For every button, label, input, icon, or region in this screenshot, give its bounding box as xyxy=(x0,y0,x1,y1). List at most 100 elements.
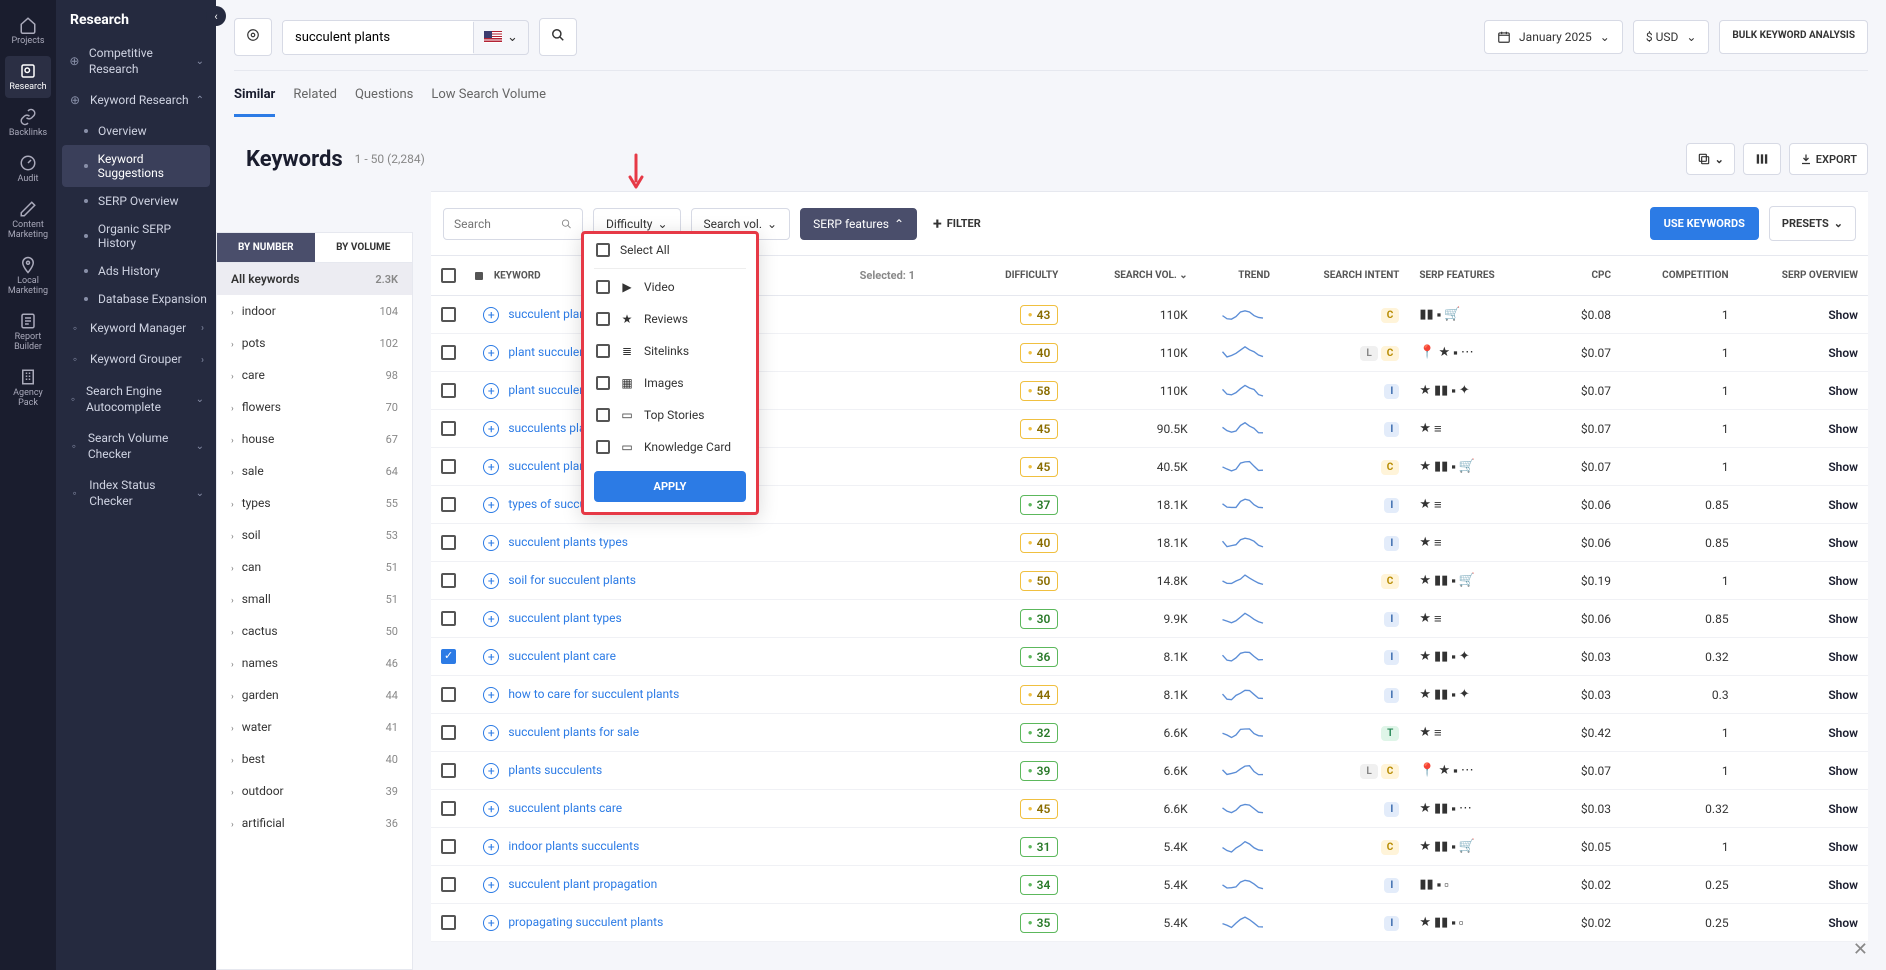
search-button[interactable] xyxy=(539,18,577,56)
cat-artificial[interactable]: ›artificial 36 xyxy=(217,807,412,839)
cat-outdoor[interactable]: ›outdoor 39 xyxy=(217,775,412,807)
rail-audit[interactable]: Audit xyxy=(5,148,51,190)
nav-keyword-research[interactable]: ⊕Keyword Research ⌃ xyxy=(56,85,216,117)
expand-icon[interactable]: + xyxy=(483,763,499,779)
keyword-link[interactable]: succulent plants types xyxy=(508,535,628,549)
cat-care[interactable]: ›care 98 xyxy=(217,359,412,391)
serp-features-filter[interactable]: SERP features ⌃ xyxy=(800,208,917,240)
col-intent[interactable]: SEARCH INTENT xyxy=(1280,256,1409,296)
rail-agency-pack[interactable]: Agency Pack xyxy=(5,362,51,414)
sidebar-collapse[interactable]: ‹ xyxy=(206,6,226,26)
cat-tab-by-volume[interactable]: BY VOLUME xyxy=(315,233,413,262)
rail-report-builder[interactable]: Report Builder xyxy=(5,306,51,358)
show-serp-link[interactable]: Show xyxy=(1828,460,1858,474)
cat-small[interactable]: ›small 51 xyxy=(217,583,412,615)
copy-button[interactable]: ⌄ xyxy=(1686,143,1735,175)
nav-sub-keyword-suggestions[interactable]: Keyword Suggestions xyxy=(62,145,210,187)
col-cpc[interactable]: CPC xyxy=(1539,256,1621,296)
row-checkbox[interactable] xyxy=(441,611,456,626)
currency-select[interactable]: $ USD⌄ xyxy=(1633,20,1710,54)
show-serp-link[interactable]: Show xyxy=(1828,840,1858,854)
expand-icon[interactable]: + xyxy=(483,687,499,703)
keyword-input[interactable] xyxy=(283,21,473,54)
row-checkbox[interactable] xyxy=(441,383,456,398)
tab-related[interactable]: Related xyxy=(293,83,337,117)
serp-opt-knowledge-card[interactable]: ▭ Knowledge Card xyxy=(584,431,756,463)
row-checkbox[interactable] xyxy=(441,497,456,512)
keyword-link[interactable]: indoor plants succulents xyxy=(508,839,639,853)
keyword-link[interactable]: soil for succulent plants xyxy=(508,573,636,587)
row-checkbox[interactable] xyxy=(441,687,456,702)
filter-search[interactable] xyxy=(443,208,583,240)
target-icon[interactable] xyxy=(234,18,272,56)
cat-house[interactable]: ›house 67 xyxy=(217,423,412,455)
rail-projects[interactable]: Projects xyxy=(5,10,51,52)
nav-keyword-manager[interactable]: ◦Keyword Manager › xyxy=(56,313,216,345)
use-keywords-button[interactable]: USE KEYWORDS xyxy=(1650,207,1759,240)
show-serp-link[interactable]: Show xyxy=(1828,764,1858,778)
row-checkbox[interactable] xyxy=(441,307,456,322)
nav-sub-organic-serp-history[interactable]: Organic SERP History xyxy=(56,215,216,257)
filter-search-input[interactable] xyxy=(454,217,561,231)
expand-icon[interactable]: + xyxy=(483,801,499,817)
serp-opt-select-all[interactable]: Select All xyxy=(584,234,756,266)
row-checkbox[interactable] xyxy=(441,725,456,740)
nav-index-status-checker[interactable]: ◦Index Status Checker ⌄ xyxy=(56,470,216,517)
show-serp-link[interactable]: Show xyxy=(1828,536,1858,550)
nav-keyword-grouper[interactable]: ◦Keyword Grouper › xyxy=(56,344,216,376)
row-checkbox[interactable] xyxy=(441,801,456,816)
show-serp-link[interactable]: Show xyxy=(1828,574,1858,588)
cat-flowers[interactable]: ›flowers 70 xyxy=(217,391,412,423)
col-serp[interactable]: SERP FEATURES xyxy=(1409,256,1538,296)
close-icon[interactable]: ✕ xyxy=(1853,939,1868,960)
cat-tab-by-number[interactable]: BY NUMBER xyxy=(217,233,315,262)
rail-research[interactable]: Research xyxy=(5,56,51,98)
expand-icon[interactable]: + xyxy=(483,421,499,437)
presets-button[interactable]: PRESETS ⌄ xyxy=(1769,206,1856,241)
add-filter[interactable]: + FILTER xyxy=(927,206,987,241)
nav-sub-database-expansion[interactable]: Database Expansion xyxy=(56,285,216,313)
expand-icon[interactable]: + xyxy=(483,915,499,931)
keyword-link[interactable]: succulent plant care xyxy=(508,649,616,663)
expand-icon[interactable]: + xyxy=(483,307,499,323)
show-serp-link[interactable]: Show xyxy=(1828,726,1858,740)
show-serp-link[interactable]: Show xyxy=(1828,650,1858,664)
expand-icon[interactable]: + xyxy=(483,345,499,361)
expand-icon[interactable]: + xyxy=(483,725,499,741)
keyword-link[interactable]: succulent plant xyxy=(508,459,590,473)
serp-opt-sitelinks[interactable]: ≣ Sitelinks xyxy=(584,335,756,367)
date-select[interactable]: January 2025⌄ xyxy=(1484,20,1623,54)
expand-icon[interactable]: + xyxy=(483,611,499,627)
expand-icon[interactable]: + xyxy=(483,459,499,475)
keyword-link[interactable]: plant succulent xyxy=(508,345,590,359)
serp-opt-video[interactable]: ▶ Video xyxy=(584,271,756,303)
tab-similar[interactable]: Similar xyxy=(234,83,275,117)
row-checkbox[interactable] xyxy=(441,763,456,778)
col-comp[interactable]: COMPETITION xyxy=(1621,256,1739,296)
cat-water[interactable]: ›water 41 xyxy=(217,711,412,743)
show-serp-link[interactable]: Show xyxy=(1828,498,1858,512)
tab-low-search-volume[interactable]: Low Search Volume xyxy=(431,83,546,117)
tab-questions[interactable]: Questions xyxy=(355,83,413,117)
show-serp-link[interactable]: Show xyxy=(1828,384,1858,398)
col-keyword[interactable]: KEYWORD xyxy=(494,270,541,281)
keyword-link[interactable]: succulent plants care xyxy=(508,801,622,815)
show-serp-link[interactable]: Show xyxy=(1828,688,1858,702)
bulk-analysis-button[interactable]: BULK KEYWORD ANALYSIS xyxy=(1719,20,1868,54)
serp-opt-images[interactable]: ▦ Images xyxy=(584,367,756,399)
cat-cactus[interactable]: ›cactus 50 xyxy=(217,615,412,647)
cat-pots[interactable]: ›pots 102 xyxy=(217,327,412,359)
cat-indoor[interactable]: ›indoor 104 xyxy=(217,295,412,327)
show-serp-link[interactable]: Show xyxy=(1828,802,1858,816)
keyword-link[interactable]: succulent plant propagation xyxy=(508,877,657,891)
row-checkbox[interactable] xyxy=(441,459,456,474)
row-checkbox[interactable] xyxy=(441,915,456,930)
rail-backlinks[interactable]: Backlinks xyxy=(5,102,51,144)
row-checkbox[interactable] xyxy=(441,535,456,550)
show-serp-link[interactable]: Show xyxy=(1828,422,1858,436)
col-overview[interactable]: SERP OVERVIEW xyxy=(1739,256,1868,296)
cat-garden[interactable]: ›garden 44 xyxy=(217,679,412,711)
row-checkbox[interactable] xyxy=(441,421,456,436)
select-all-checkbox[interactable] xyxy=(441,268,456,283)
keyword-link[interactable]: how to care for succulent plants xyxy=(508,687,679,701)
